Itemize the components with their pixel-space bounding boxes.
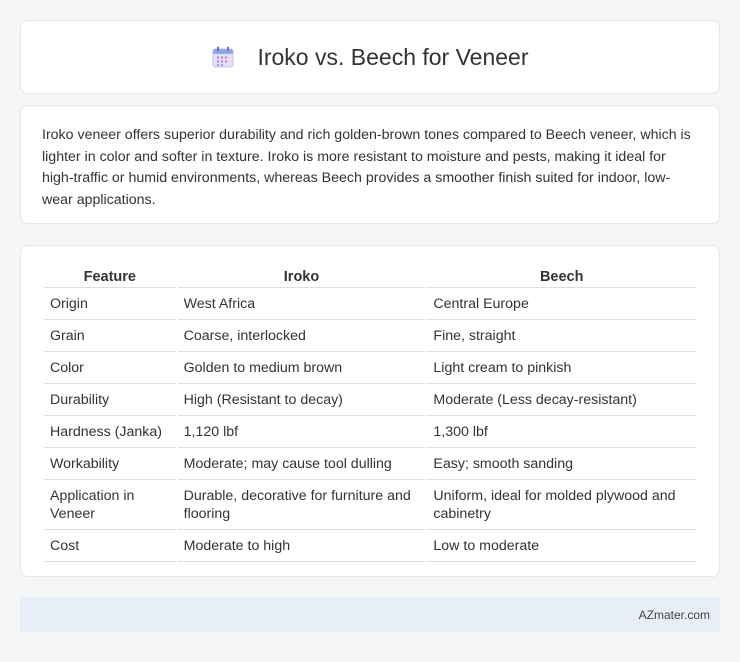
table-row: Workability Moderate; may cause tool dul… <box>44 448 696 480</box>
column-header-iroko: Iroko <box>177 264 426 288</box>
iroko-cell: High (Resistant to decay) <box>177 384 426 416</box>
beech-cell: Central Europe <box>427 288 696 320</box>
beech-cell: Easy; smooth sanding <box>427 448 696 480</box>
iroko-cell: 1,120 lbf <box>177 416 426 448</box>
table-row: Durability High (Resistant to decay) Mod… <box>44 384 696 416</box>
iroko-cell: Durable, decorative for furniture and fl… <box>177 480 426 530</box>
table-row: Origin West Africa Central Europe <box>44 288 696 320</box>
title-card: Iroko vs. Beech for Veneer <box>20 20 720 94</box>
footer: AZmater.com <box>20 598 720 632</box>
iroko-cell: Coarse, interlocked <box>177 320 426 352</box>
summary-text: Iroko veneer offers superior durability … <box>42 127 691 208</box>
table-header-row: Feature Iroko Beech <box>44 264 696 288</box>
calendar-icon <box>211 45 235 69</box>
comparison-table: Feature Iroko Beech Origin West Africa C… <box>42 264 698 562</box>
beech-cell: Light cream to pinkish <box>427 352 696 384</box>
feature-cell: Color <box>44 352 176 384</box>
footer-brand: AZmater.com <box>638 608 710 622</box>
feature-cell: Workability <box>44 448 176 480</box>
column-header-beech: Beech <box>427 264 696 288</box>
table-row: Grain Coarse, interlocked Fine, straight <box>44 320 696 352</box>
comparison-table-card: Feature Iroko Beech Origin West Africa C… <box>20 245 720 577</box>
table-row: Color Golden to medium brown Light cream… <box>44 352 696 384</box>
beech-cell: Low to moderate <box>427 530 696 562</box>
iroko-cell: West Africa <box>177 288 426 320</box>
feature-cell: Grain <box>44 320 176 352</box>
iroko-cell: Moderate to high <box>177 530 426 562</box>
beech-cell: Fine, straight <box>427 320 696 352</box>
summary-card: Iroko veneer offers superior durability … <box>20 105 720 224</box>
table-row: Cost Moderate to high Low to moderate <box>44 530 696 562</box>
iroko-cell: Golden to medium brown <box>177 352 426 384</box>
feature-cell: Origin <box>44 288 176 320</box>
feature-cell: Cost <box>44 530 176 562</box>
feature-cell: Hardness (Janka) <box>44 416 176 448</box>
iroko-cell: Moderate; may cause tool dulling <box>177 448 426 480</box>
page-title: Iroko vs. Beech for Veneer <box>257 43 529 70</box>
feature-cell: Durability <box>44 384 176 416</box>
beech-cell: 1,300 lbf <box>427 416 696 448</box>
column-header-feature: Feature <box>44 264 176 288</box>
beech-cell: Uniform, ideal for molded plywood and ca… <box>427 480 696 530</box>
feature-cell: Application in Veneer <box>44 480 176 530</box>
table-row: Application in Veneer Durable, decorativ… <box>44 480 696 530</box>
table-row: Hardness (Janka) 1,120 lbf 1,300 lbf <box>44 416 696 448</box>
beech-cell: Moderate (Less decay-resistant) <box>427 384 696 416</box>
